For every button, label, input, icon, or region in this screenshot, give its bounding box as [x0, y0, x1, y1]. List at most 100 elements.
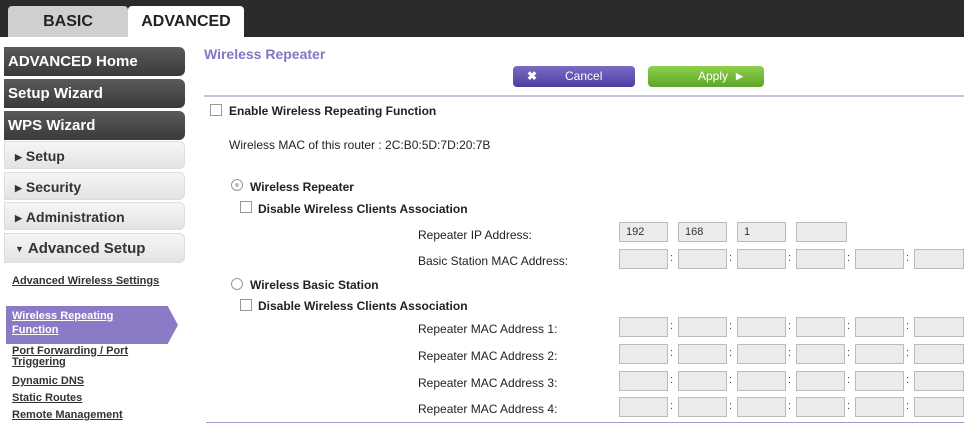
mac-octet-field[interactable] — [678, 371, 727, 391]
mac-octet-field[interactable] — [737, 344, 786, 364]
colon-separator: : — [847, 347, 851, 359]
tab-basic[interactable]: BASIC — [8, 6, 128, 37]
colon-separator: : — [906, 320, 910, 332]
mac-octet-field[interactable] — [855, 249, 904, 269]
disable-clients-assoc-label-2: Disable Wireless Clients Association — [258, 299, 468, 313]
mac-octet-field[interactable] — [855, 344, 904, 364]
mac-octet-field[interactable] — [855, 397, 904, 417]
close-icon: ✖ — [527, 69, 538, 83]
mac-octet-field[interactable] — [737, 371, 786, 391]
apply-label: Apply — [698, 69, 729, 83]
sidebar-link-label: Wireless Repeating Function — [12, 310, 114, 336]
mac-octet-field[interactable] — [796, 371, 845, 391]
colon-separator: : — [906, 374, 910, 386]
wireless-repeater-radio[interactable] — [231, 179, 243, 191]
colon-separator: : — [906, 347, 910, 359]
mac-octet-field[interactable] — [619, 397, 668, 417]
repeater-ip-octet-2[interactable]: 168 — [678, 222, 727, 242]
sidebar-section-label: Setup — [25, 148, 65, 164]
repeater-ip-label: Repeater IP Address: — [418, 228, 532, 242]
colon-separator: : — [670, 347, 674, 359]
mac-octet-field[interactable] — [678, 317, 727, 337]
repeater-ip-octet-4[interactable] — [796, 222, 847, 242]
colon-separator: : — [847, 252, 851, 264]
mac-octet-field[interactable] — [855, 317, 904, 337]
mac-octet-field[interactable] — [914, 397, 964, 417]
sidebar-link-wireless-repeating-function[interactable]: Wireless Repeating Function — [6, 306, 178, 344]
mac-octet-field[interactable] — [678, 344, 727, 364]
top-tab-bar: BASIC ADVANCED — [0, 0, 964, 37]
repeater-mac-3-label: Repeater MAC Address 3: — [418, 376, 558, 390]
mac-octet-field[interactable] — [737, 317, 786, 337]
repeater-ip-octet-1[interactable]: 192 — [619, 222, 668, 242]
sidebar-section-security[interactable]: ▶ Security — [4, 172, 185, 200]
mac-octet-field[interactable] — [855, 371, 904, 391]
expand-down-icon: ▼ — [15, 244, 24, 254]
sidebar: ADVANCED Home Setup Wizard WPS Wizard ▶ S… — [0, 37, 200, 423]
sidebar-section-advanced-setup[interactable]: ▼ Advanced Setup — [4, 233, 185, 263]
apply-button[interactable]: Apply ▶ — [648, 66, 764, 87]
sidebar-wps-wizard-button[interactable]: WPS Wizard — [4, 111, 185, 140]
expand-right-icon: ▶ — [15, 213, 22, 223]
colon-separator: : — [847, 374, 851, 386]
colon-separator: : — [729, 252, 733, 264]
repeater-ip-octet-3[interactable]: 1 — [737, 222, 786, 242]
wireless-basic-station-radio[interactable] — [231, 278, 243, 290]
mac-octet-field[interactable] — [619, 249, 668, 269]
sidebar-setup-wizard-button[interactable]: Setup Wizard — [4, 79, 185, 108]
sidebar-link-advanced-wireless-settings[interactable]: Advanced Wireless Settings — [12, 276, 182, 287]
colon-separator: : — [729, 400, 733, 412]
colon-separator: : — [788, 400, 792, 412]
mac-octet-field[interactable] — [619, 371, 668, 391]
sidebar-section-label: Security — [25, 179, 82, 195]
play-arrow-icon: ▶ — [736, 71, 743, 81]
cancel-label: Cancel — [565, 69, 603, 83]
sidebar-section-label: Administration — [25, 209, 125, 225]
mac-octet-field[interactable] — [678, 397, 727, 417]
colon-separator: : — [729, 320, 733, 332]
sidebar-link-port-forwarding[interactable]: Port Forwarding / Port Triggering — [12, 346, 182, 368]
mac-octet-field[interactable] — [737, 249, 786, 269]
sidebar-section-setup[interactable]: ▶ Setup — [4, 141, 185, 169]
disable-clients-assoc-checkbox-1[interactable] — [240, 201, 252, 213]
mac-octet-field[interactable] — [914, 344, 964, 364]
cancel-button[interactable]: ✖ Cancel — [513, 66, 635, 87]
divider — [204, 95, 964, 97]
wireless-repeater-label: Wireless Repeater — [250, 180, 354, 194]
mac-octet-field[interactable] — [678, 249, 727, 269]
colon-separator: : — [788, 347, 792, 359]
tab-advanced[interactable]: ADVANCED — [128, 6, 244, 37]
sidebar-section-label: Advanced Setup — [27, 240, 146, 257]
main-panel: Wireless Repeater ✖ Cancel Apply ▶ Enabl… — [200, 37, 964, 423]
mac-octet-field[interactable] — [796, 317, 845, 337]
disable-clients-assoc-label-1: Disable Wireless Clients Association — [258, 202, 468, 216]
sidebar-link-dynamic-dns[interactable]: Dynamic DNS — [12, 376, 182, 387]
mac-octet-field[interactable] — [619, 344, 668, 364]
mac-octet-field[interactable] — [914, 317, 964, 337]
mac-octet-field[interactable] — [737, 397, 786, 417]
disable-clients-assoc-checkbox-2[interactable] — [240, 299, 252, 311]
sidebar-link-static-routes[interactable]: Static Routes — [12, 393, 182, 404]
sidebar-link-remote-management[interactable]: Remote Management — [12, 410, 182, 421]
mac-octet-field[interactable] — [914, 371, 964, 391]
mac-octet-field[interactable] — [619, 317, 668, 337]
enable-repeating-checkbox[interactable] — [210, 104, 222, 116]
colon-separator: : — [670, 374, 674, 386]
enable-repeating-label: Enable Wireless Repeating Function — [229, 104, 437, 118]
colon-separator: : — [847, 320, 851, 332]
repeater-mac-4-label: Repeater MAC Address 4: — [418, 402, 558, 416]
sidebar-section-administration[interactable]: ▶ Administration — [4, 202, 185, 230]
page-title: Wireless Repeater — [204, 46, 326, 62]
colon-separator: : — [906, 400, 910, 412]
sidebar-advanced-home-button[interactable]: ADVANCED Home — [4, 47, 185, 76]
colon-separator: : — [847, 400, 851, 412]
colon-separator: : — [788, 252, 792, 264]
colon-separator: : — [729, 374, 733, 386]
colon-separator: : — [670, 400, 674, 412]
mac-octet-field[interactable] — [796, 344, 845, 364]
repeater-mac-2-label: Repeater MAC Address 2: — [418, 349, 558, 363]
colon-separator: : — [906, 252, 910, 264]
mac-octet-field[interactable] — [796, 397, 845, 417]
mac-octet-field[interactable] — [796, 249, 845, 269]
mac-octet-field[interactable] — [914, 249, 964, 269]
